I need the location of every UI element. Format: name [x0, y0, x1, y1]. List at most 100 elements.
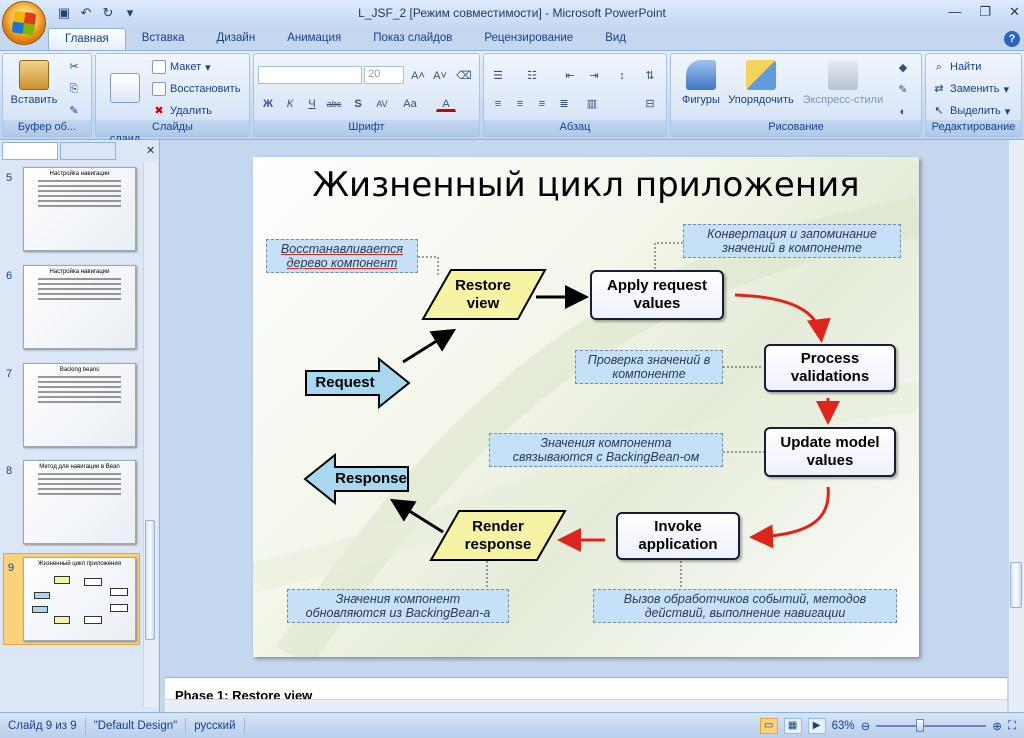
cut-button[interactable]: ✂ — [67, 60, 81, 74]
font-family-box[interactable] — [258, 66, 362, 84]
font-size-box[interactable]: 20 — [364, 66, 404, 84]
shape-fill-icon[interactable]: ◆ — [893, 58, 913, 76]
slide-canvas[interactable]: Жизненный цикл приложения Восстанавливае… — [253, 157, 919, 657]
tab-review[interactable]: Рецензирование — [468, 28, 589, 50]
panel-scroll-thumb[interactable] — [145, 520, 155, 640]
vertical-scroll-thumb[interactable] — [1010, 562, 1022, 608]
spacing-icon[interactable]: AV — [372, 94, 392, 112]
office-button[interactable] — [2, 1, 46, 45]
help-icon[interactable]: ? — [1004, 31, 1020, 47]
shape-outline-icon[interactable]: ✎ — [893, 80, 913, 98]
shape-effects-icon[interactable]: ◐ — [893, 102, 913, 120]
apply-request-box[interactable]: Apply request values — [590, 270, 724, 320]
tab-home[interactable]: Главная — [48, 28, 126, 50]
shadow-icon[interactable]: S — [348, 94, 368, 112]
tab-slideshow[interactable]: Показ слайдов — [357, 28, 468, 50]
window-controls: — ❐ ✕ — [948, 4, 1020, 20]
restore-view-label[interactable]: Restore view — [433, 270, 533, 319]
status-language[interactable]: русский — [186, 717, 245, 734]
render-response-label[interactable]: Render response — [439, 511, 557, 560]
horizontal-scrollbar[interactable] — [165, 699, 1007, 712]
tab-animation[interactable]: Анимация — [271, 28, 357, 50]
request-label[interactable]: Request — [308, 371, 382, 395]
slide-thumbnail[interactable]: Настройка навигации — [23, 167, 136, 251]
tab-insert[interactable]: Вставка — [126, 28, 201, 50]
fit-slide-icon[interactable]: ⛶ — [1008, 720, 1016, 733]
tab-view[interactable]: Вид — [589, 28, 642, 50]
bullets-icon[interactable]: ☰ — [488, 66, 508, 84]
align-center-icon[interactable]: ≡ — [510, 94, 530, 112]
update-model-box[interactable]: Update model values — [764, 427, 896, 477]
close-icon[interactable]: ✕ — [1009, 4, 1020, 20]
italic-icon[interactable]: К — [280, 94, 300, 112]
process-validations-box[interactable]: Process validations — [764, 344, 896, 392]
tab-outline[interactable] — [60, 142, 116, 160]
numbering-icon[interactable]: ☷ — [522, 66, 542, 84]
select-button[interactable]: ↖ Выделить ▾ — [932, 104, 1010, 118]
shrink-font-icon[interactable]: A˅ — [430, 66, 450, 84]
increase-indent-icon[interactable]: ⇥ — [584, 66, 604, 84]
decrease-indent-icon[interactable]: ⇤ — [560, 66, 580, 84]
response-label[interactable]: Response — [333, 467, 409, 491]
note-restore[interactable]: Восстанавливается дерево компонент — [266, 239, 418, 273]
delete-button[interactable]: ✖ Удалить — [152, 104, 212, 118]
zoom-slider-knob[interactable] — [916, 719, 925, 732]
slideshow-icon[interactable]: ▶ — [807, 718, 826, 734]
status-design[interactable]: "Default Design" — [86, 717, 187, 734]
normal-view-icon[interactable]: ▭ — [759, 718, 778, 734]
slide-sorter-icon[interactable]: ▦ — [783, 718, 802, 734]
tab-design[interactable]: Дизайн — [201, 28, 272, 50]
zoom-slider[interactable] — [876, 719, 987, 732]
layout-button[interactable]: Макет ▾ — [152, 60, 211, 74]
underline-icon[interactable]: Ч — [302, 94, 322, 112]
slide-title[interactable]: Жизненный цикл приложения — [253, 165, 919, 205]
text-direction-icon[interactable]: ⇅ — [640, 66, 660, 84]
arrow-apply-process — [734, 293, 831, 343]
arrow-update-invoke — [749, 486, 830, 549]
close-panel-icon[interactable]: ✕ — [146, 144, 155, 157]
dropdown-icon: ▾ — [1004, 105, 1011, 118]
reset-button[interactable]: Восстановить — [152, 82, 240, 96]
brush-icon: ✎ — [69, 105, 79, 117]
align-right-icon[interactable]: ≡ — [532, 94, 552, 112]
replace-button[interactable]: ⇄ Заменить ▾ — [932, 82, 1009, 96]
clear-format-icon[interactable]: ⌫ — [454, 66, 474, 84]
grow-font-icon[interactable]: A˄ — [408, 66, 428, 84]
bold-icon[interactable]: Ж — [258, 94, 278, 112]
zoom-in-icon[interactable]: ⊕ — [992, 719, 1002, 733]
note-convert[interactable]: Конвертация и запоминание значений в ком… — [683, 224, 901, 258]
align-text-icon[interactable]: ⊟ — [640, 94, 660, 112]
slide-thumbnail[interactable]: Метод для навигации в Bean — [23, 460, 136, 544]
find-button[interactable]: ⌕ Найти — [932, 60, 981, 74]
slide-thumbnail[interactable]: Настройка навигации — [23, 265, 136, 349]
note-update[interactable]: Значения компонент обновляются из Backin… — [287, 589, 509, 623]
font-color-icon[interactable]: A — [436, 94, 456, 112]
invoke-application-box[interactable]: Invoke application — [616, 512, 740, 560]
maximize-icon[interactable]: ❐ — [979, 4, 991, 20]
layout-icon — [152, 60, 166, 74]
quick-styles-button[interactable]: Экспресс-стили — [799, 60, 887, 107]
align-left-icon[interactable]: ≡ — [488, 94, 508, 112]
line-spacing-icon[interactable]: ↕ — [612, 66, 632, 84]
note-invoke[interactable]: Вызов обработчиков событий, методов дейс… — [593, 589, 897, 623]
note-check[interactable]: Проверка значений в компоненте — [575, 350, 723, 384]
arrange-button[interactable]: Упорядочить — [725, 60, 797, 107]
columns-icon[interactable]: ▥ — [582, 94, 602, 112]
slide-thumbnail[interactable]: Backing beans — [23, 363, 136, 447]
vertical-scrollbar[interactable] — [1008, 140, 1024, 712]
note-bind[interactable]: Значения компонента связываются с Backin… — [489, 433, 723, 467]
zoom-out-icon[interactable]: ⊖ — [861, 719, 871, 733]
window-title: L_JSF_2 [Режим совместимости] - Microsof… — [358, 6, 666, 20]
format-painter-button[interactable]: ✎ — [67, 104, 81, 118]
justify-icon[interactable]: ≣ — [554, 94, 574, 112]
replace-icon: ⇄ — [934, 83, 944, 95]
slide-thumbnail-selected[interactable]: Жизненный цикл приложения — [23, 557, 136, 641]
paste-button[interactable]: Вставить — [9, 60, 59, 107]
tab-slides[interactable] — [2, 142, 58, 160]
copy-button[interactable]: ⎘ — [67, 82, 81, 96]
zoom-level[interactable]: 63% — [832, 720, 855, 732]
change-case-icon[interactable]: Aa — [400, 94, 420, 112]
minimize-icon[interactable]: — — [948, 4, 961, 20]
strikethrough-icon[interactable]: abc — [324, 94, 344, 112]
shapes-button[interactable]: Фигуры — [677, 60, 725, 107]
